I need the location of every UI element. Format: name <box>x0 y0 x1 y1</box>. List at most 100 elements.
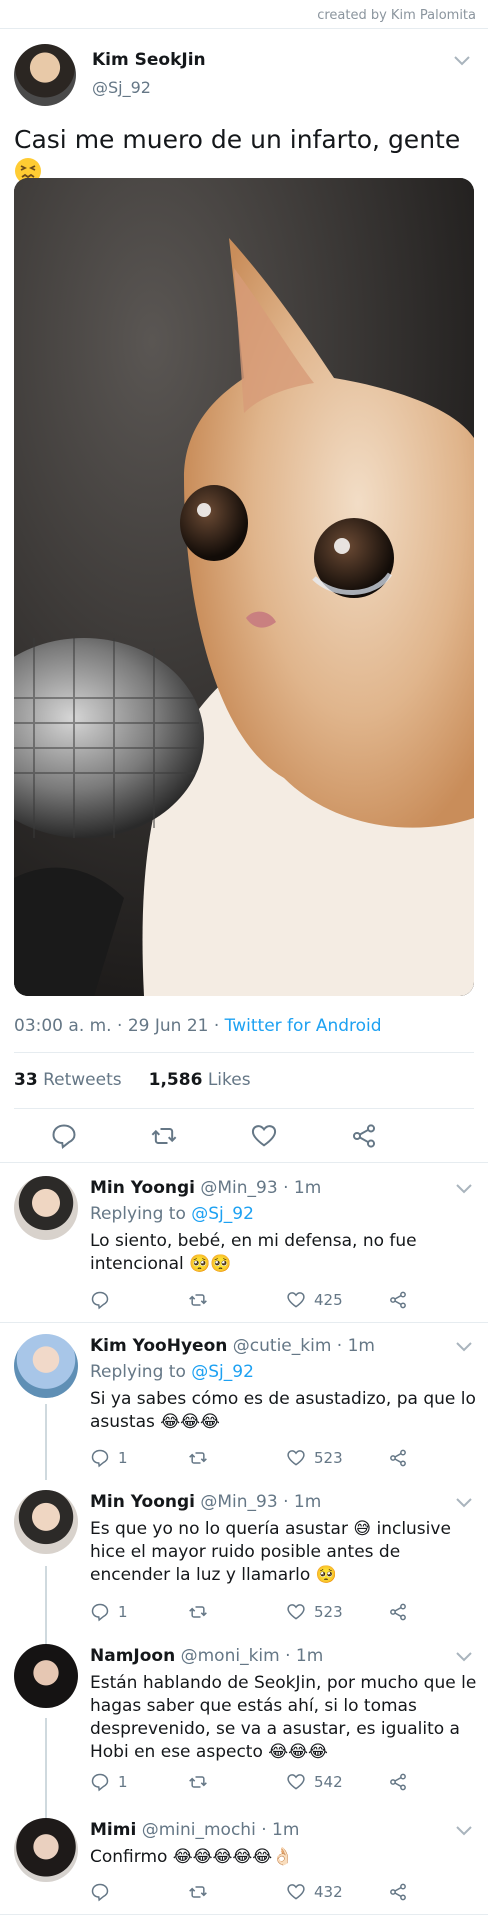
reply-button[interactable]: 1 <box>90 1448 128 1468</box>
like-heart-icon <box>287 1774 305 1790</box>
likes-count: 1,586 <box>148 1070 203 1090</box>
reply-author-handle[interactable]: @cutie_kim <box>233 1336 332 1356</box>
meta-separator: · <box>213 1016 225 1036</box>
avatar[interactable] <box>14 1176 78 1240</box>
creator-credit: created by Kim Palomita <box>317 8 476 23</box>
share-icon[interactable] <box>350 1122 378 1150</box>
retweets-stat[interactable]: 33 Retweets <box>14 1070 122 1090</box>
reply-icon <box>91 1603 109 1622</box>
avatar[interactable] <box>14 1334 78 1398</box>
share-icon <box>390 1883 406 1901</box>
replying-mention-link[interactable]: @Sj_92 <box>191 1362 254 1382</box>
reply-author-name[interactable]: Min Yoongi <box>90 1178 195 1198</box>
retweet-button[interactable] <box>188 1448 208 1468</box>
retweet-button[interactable] <box>188 1882 208 1902</box>
reply-actions: 1 523 <box>90 1448 420 1472</box>
crying-cat-microphone-icon <box>14 178 474 996</box>
reply-time: 1m <box>293 1492 322 1512</box>
reply-author-name[interactable]: Kim YooHyeon <box>90 1336 227 1356</box>
reply-text: Si ya sabes cómo es de asustadizo, pa qu… <box>90 1389 476 1432</box>
chevron-down-icon[interactable] <box>454 1824 474 1838</box>
reply-time: 1m <box>347 1336 375 1356</box>
reply-author-name[interactable]: NamJoon <box>90 1646 175 1666</box>
reply-count: 1 <box>118 1449 128 1467</box>
tweet-source-link[interactable]: Twitter for Android <box>225 1016 382 1036</box>
like-count: 432 <box>314 1883 343 1901</box>
like-button[interactable]: 542 <box>286 1772 343 1792</box>
retweet-button[interactable] <box>188 1290 208 1310</box>
reply-count: 1 <box>118 1773 128 1791</box>
tweet-time: 03:00 a. m. <box>14 1016 112 1036</box>
reply-author-handle[interactable]: @Min_93 <box>200 1492 277 1512</box>
reply-text: Lo siento, bebé, en mi defensa, no fue i… <box>90 1231 417 1274</box>
like-button[interactable]: 523 <box>286 1602 343 1622</box>
like-heart-icon <box>287 1450 305 1466</box>
share-button[interactable] <box>388 1772 408 1792</box>
reply-button[interactable]: 1 <box>90 1602 128 1622</box>
share-icon <box>390 1773 406 1791</box>
reply-item[interactable]: NamJoon @moni_kim · 1m Están hablando de… <box>0 1644 488 1804</box>
chevron-down-icon[interactable] <box>454 1182 474 1196</box>
reply-header: Min Yoongi @Min_93 · 1m <box>90 1492 321 1512</box>
share-icon <box>390 1291 406 1309</box>
chevron-down-icon[interactable] <box>454 1650 474 1664</box>
reply-header: Mimi @mini_mochi · 1m <box>90 1820 299 1840</box>
retweet-icon <box>189 1452 207 1464</box>
reply-item[interactable]: Mimi @mini_mochi · 1m Confirmo 😂😂😂😂😂👌🏻 4… <box>0 1818 488 1918</box>
reply-header: Min Yoongi @Min_93 · 1m <box>90 1178 321 1198</box>
reply-author-handle[interactable]: @moni_kim <box>181 1646 280 1666</box>
retweet-button[interactable] <box>188 1602 208 1622</box>
avatar[interactable] <box>14 1644 78 1708</box>
like-button[interactable]: 432 <box>286 1882 343 1902</box>
tweet-photo[interactable] <box>14 178 474 996</box>
share-icon <box>390 1603 406 1621</box>
divider <box>0 28 488 29</box>
likes-stat[interactable]: 1,586 Likes <box>149 1070 251 1090</box>
reply-author-name[interactable]: Mimi <box>90 1820 136 1840</box>
reply-icon[interactable] <box>50 1122 78 1150</box>
reply-time: 1m <box>272 1820 300 1840</box>
avatar[interactable] <box>14 44 76 106</box>
reply-header: NamJoon @moni_kim · 1m <box>90 1646 323 1666</box>
like-count: 523 <box>314 1449 343 1467</box>
retweet-button[interactable] <box>188 1772 208 1792</box>
author-handle[interactable]: @Sj_92 <box>92 78 151 97</box>
replying-prefix: Replying to <box>90 1362 186 1382</box>
share-button[interactable] <box>388 1602 408 1622</box>
chevron-down-icon[interactable] <box>454 1340 474 1354</box>
divider <box>14 1052 474 1053</box>
reply-item[interactable]: Min Yoongi @Min_93 · 1m Es que yo no lo … <box>0 1490 488 1640</box>
like-count: 523 <box>314 1603 343 1621</box>
like-button[interactable]: 425 <box>286 1290 343 1310</box>
replying-mention-link[interactable]: @Sj_92 <box>191 1204 254 1224</box>
avatar[interactable] <box>14 1490 78 1554</box>
chevron-down-icon[interactable] <box>454 1496 474 1510</box>
like-heart-icon[interactable] <box>250 1122 278 1150</box>
reply-item[interactable]: Kim YooHyeon @cutie_kim · 1m Replying to… <box>0 1334 488 1484</box>
tweet-text-content: Casi me muero de un infarto, gente <box>14 125 461 154</box>
tweet-header: Kim SeokJin @Sj_92 <box>14 44 476 108</box>
reply-icon <box>91 1449 109 1468</box>
retweet-icon <box>189 1886 207 1898</box>
reply-header: Kim YooHyeon @cutie_kim · 1m <box>90 1336 375 1356</box>
reply-item[interactable]: Min Yoongi @Min_93 · 1m Replying to @Sj_… <box>0 1176 488 1326</box>
time-separator: · <box>283 1492 294 1512</box>
share-button[interactable] <box>388 1290 408 1310</box>
reply-author-handle[interactable]: @mini_mochi <box>142 1820 256 1840</box>
reply-button[interactable] <box>90 1290 118 1310</box>
share-button[interactable] <box>388 1882 408 1902</box>
reply-author-name[interactable]: Min Yoongi <box>90 1492 195 1512</box>
avatar[interactable] <box>14 1818 78 1882</box>
reply-author-handle[interactable]: @Min_93 <box>200 1178 277 1198</box>
reply-actions: 1 542 <box>90 1772 420 1796</box>
tweet-date: 29 Jun 21 <box>127 1016 209 1036</box>
time-separator: · <box>336 1336 348 1356</box>
chevron-down-icon[interactable] <box>452 54 472 68</box>
reply-button[interactable]: 1 <box>90 1772 128 1792</box>
reply-button[interactable] <box>90 1882 118 1902</box>
share-button[interactable] <box>388 1448 408 1468</box>
like-heart-icon <box>287 1884 305 1900</box>
author-name[interactable]: Kim SeokJin <box>92 50 206 70</box>
retweet-icon[interactable] <box>150 1122 178 1150</box>
like-button[interactable]: 523 <box>286 1448 343 1468</box>
